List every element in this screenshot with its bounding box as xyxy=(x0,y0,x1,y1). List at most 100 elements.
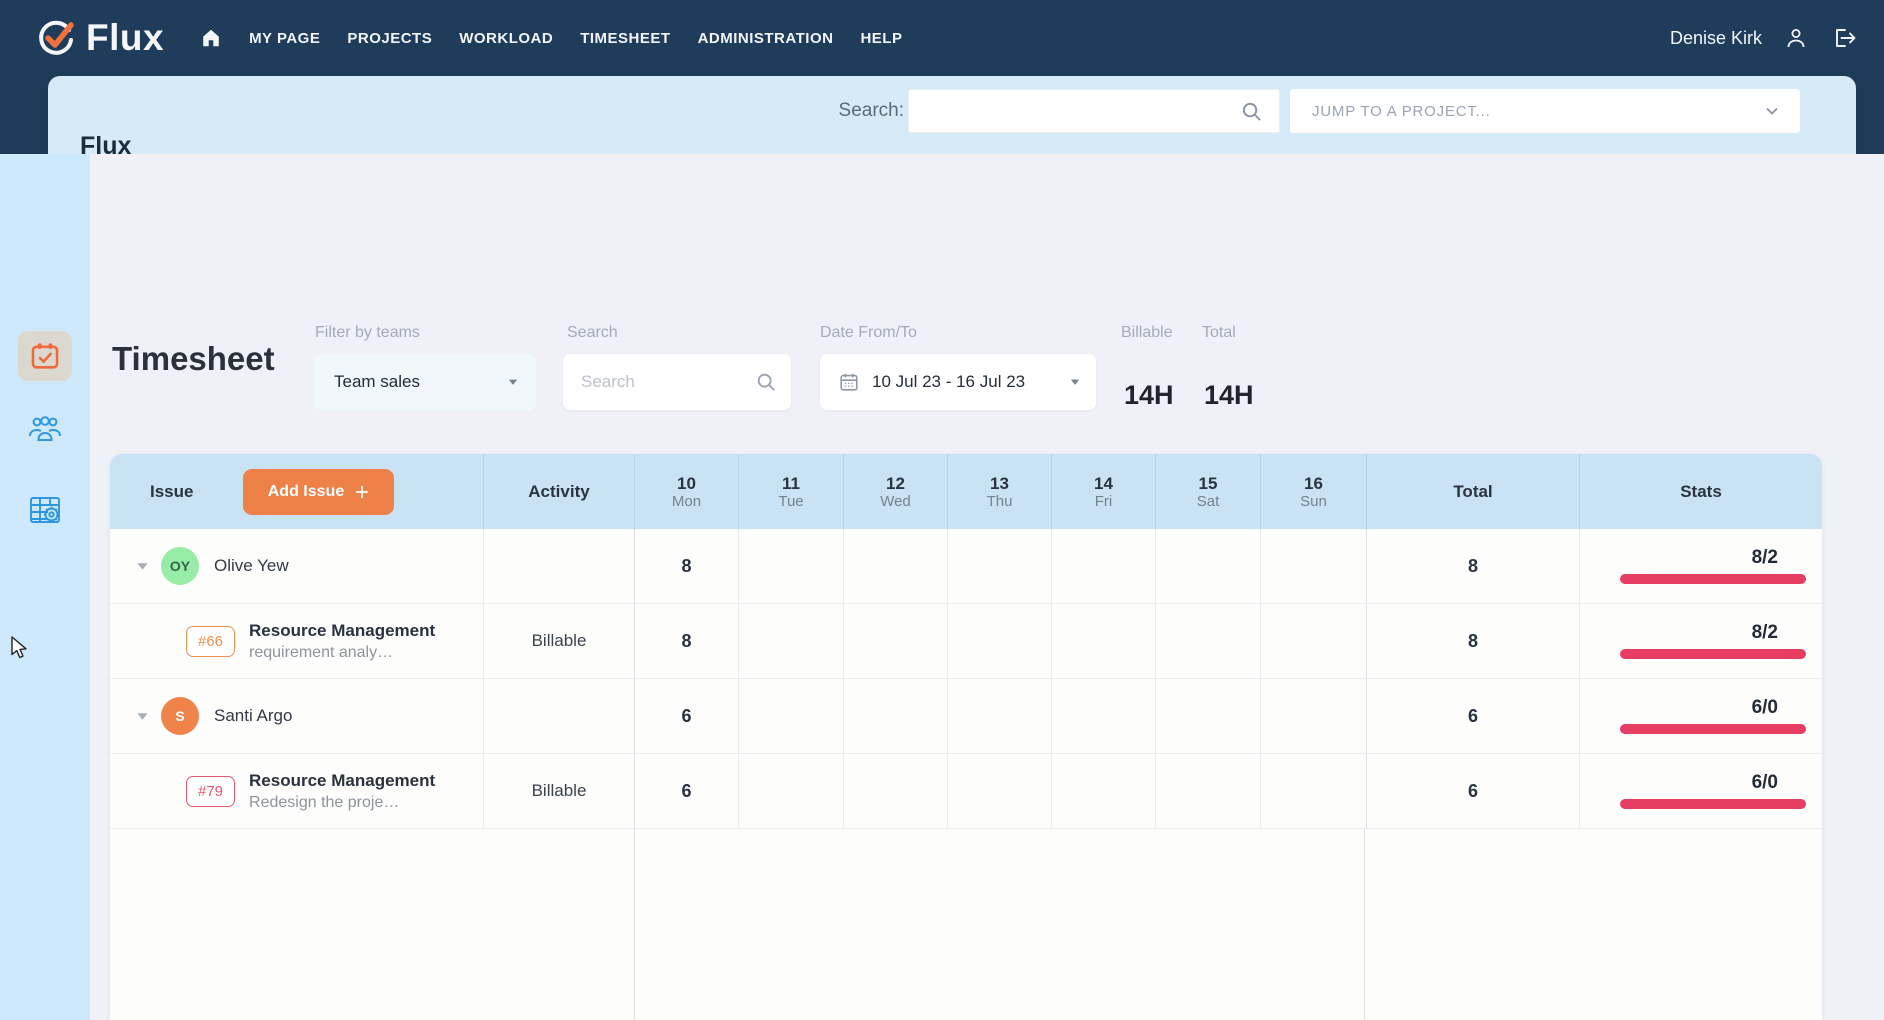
team-filter-select[interactable]: Team sales xyxy=(314,354,536,410)
avatar[interactable]: S xyxy=(161,697,199,735)
day-column-header: 13Thu xyxy=(947,454,1051,529)
stats-value: 8/2 xyxy=(1580,548,1822,567)
stats-value: 8/2 xyxy=(1580,623,1822,642)
page-title: Timesheet xyxy=(112,340,275,378)
table-empty-area xyxy=(110,829,1822,1020)
flux-logo[interactable]: Flux xyxy=(34,16,164,60)
add-issue-button[interactable]: Add Issue xyxy=(243,469,394,515)
day-cell[interactable] xyxy=(1155,604,1260,678)
sidebar-item-timesheet[interactable] xyxy=(18,331,72,381)
search-icon[interactable] xyxy=(1240,100,1263,128)
day-cell[interactable]: 6 xyxy=(634,679,738,753)
table-row-issue: #79 Resource Management Redesign the pro… xyxy=(110,754,1822,829)
day-cell[interactable] xyxy=(1155,529,1260,603)
issue-id-badge[interactable]: #66 xyxy=(186,626,235,657)
home-icon[interactable] xyxy=(200,27,222,49)
day-cell[interactable] xyxy=(947,604,1051,678)
day-cell[interactable] xyxy=(1155,754,1260,828)
day-cell[interactable] xyxy=(1260,529,1366,603)
caret-down-icon xyxy=(506,375,520,389)
nav-projects[interactable]: PROJECTS xyxy=(347,30,432,47)
member-name: Olive Yew xyxy=(214,556,289,576)
day-cell[interactable] xyxy=(1260,754,1366,828)
day-cell[interactable] xyxy=(738,754,843,828)
flux-logo-icon xyxy=(34,16,78,60)
day-cell[interactable] xyxy=(1260,604,1366,678)
collapse-toggle[interactable] xyxy=(110,561,161,572)
teams-people-icon xyxy=(27,414,63,444)
table-row-group: OY Olive Yew 8 8 8/2 xyxy=(110,529,1822,604)
stats-bar xyxy=(1620,649,1806,659)
nav-my-page[interactable]: MY PAGE xyxy=(249,30,320,47)
jump-to-project-select[interactable]: JUMP TO A PROJECT... xyxy=(1290,89,1800,133)
day-cell[interactable] xyxy=(1051,754,1155,828)
sidebar-item-teams[interactable] xyxy=(27,414,63,444)
member-name: Santi Argo xyxy=(214,706,292,726)
stats-bar xyxy=(1620,799,1806,809)
table-row-group: S Santi Argo 6 6 6/0 xyxy=(110,679,1822,754)
table-header-row: Issue Add Issue Activity 10Mon 11Tue 12W… xyxy=(110,454,1822,529)
total-cell: 8 xyxy=(1366,604,1579,678)
date-range-picker[interactable]: 10 Jul 23 - 16 Jul 23 xyxy=(820,354,1096,410)
jump-to-project-placeholder: JUMP TO A PROJECT... xyxy=(1312,103,1762,120)
user-icon[interactable] xyxy=(1784,26,1808,50)
nav-help[interactable]: HELP xyxy=(860,30,902,47)
mouse-cursor xyxy=(10,636,32,665)
day-cell[interactable] xyxy=(1260,679,1366,753)
activity-cell xyxy=(483,529,634,603)
global-search-input[interactable] xyxy=(908,89,1280,133)
stats-cell: 8/2 xyxy=(1579,604,1822,678)
brand-name: Flux xyxy=(86,17,164,59)
nav-workload[interactable]: WORKLOAD xyxy=(459,30,553,47)
issue-id-badge[interactable]: #79 xyxy=(186,776,235,807)
day-cell[interactable]: 6 xyxy=(634,754,738,828)
timesheet-calendar-check-icon xyxy=(28,339,62,373)
day-cell[interactable] xyxy=(947,679,1051,753)
total-column-header: Total xyxy=(1366,454,1579,529)
activity-cell xyxy=(483,679,634,753)
day-cell[interactable] xyxy=(738,529,843,603)
day-cell[interactable] xyxy=(947,754,1051,828)
issue-title[interactable]: Resource Management xyxy=(249,771,445,791)
caret-down-icon xyxy=(1068,375,1082,389)
total-hours-value: 14H xyxy=(1204,380,1254,411)
day-cell[interactable] xyxy=(1155,679,1260,753)
day-cell[interactable] xyxy=(843,754,947,828)
stats-column-header: Stats xyxy=(1579,454,1822,529)
avatar[interactable]: OY xyxy=(161,547,199,585)
nav-timesheet[interactable]: TIMESHEET xyxy=(580,30,670,47)
chevron-down-icon xyxy=(1762,101,1782,121)
day-cell[interactable] xyxy=(843,529,947,603)
total-cell: 8 xyxy=(1366,529,1579,603)
day-column-header: 15Sat xyxy=(1155,454,1260,529)
plus-icon xyxy=(354,484,370,500)
stats-value: 6/0 xyxy=(1580,698,1822,717)
day-cell[interactable] xyxy=(1051,679,1155,753)
stats-bar xyxy=(1620,724,1806,734)
logout-icon[interactable] xyxy=(1830,26,1856,50)
total-cell: 6 xyxy=(1366,754,1579,828)
nav-administration[interactable]: ADMINISTRATION xyxy=(698,30,834,47)
issue-title[interactable]: Resource Management xyxy=(249,621,445,641)
day-column-header: 11Tue xyxy=(738,454,843,529)
filter-search-input[interactable] xyxy=(567,372,755,392)
user-name[interactable]: Denise Kirk xyxy=(1670,28,1762,49)
day-cell[interactable] xyxy=(738,604,843,678)
day-cell[interactable] xyxy=(947,529,1051,603)
global-search-label: Search: xyxy=(839,100,904,122)
day-cell[interactable] xyxy=(843,679,947,753)
day-cell[interactable] xyxy=(1051,604,1155,678)
calendar-icon xyxy=(838,371,860,393)
day-column-header: 16Sun xyxy=(1260,454,1366,529)
collapse-toggle[interactable] xyxy=(110,711,161,722)
day-cell[interactable] xyxy=(843,604,947,678)
filter-search-label: Search xyxy=(567,324,618,342)
billable-label: Billable xyxy=(1121,324,1173,342)
day-cell[interactable] xyxy=(1051,529,1155,603)
sidebar-item-resources[interactable] xyxy=(27,494,63,526)
search-icon[interactable] xyxy=(755,371,777,393)
day-cell[interactable]: 8 xyxy=(634,604,738,678)
day-cell[interactable] xyxy=(738,679,843,753)
day-cell[interactable]: 8 xyxy=(634,529,738,603)
date-range-label: Date From/To xyxy=(820,324,917,342)
